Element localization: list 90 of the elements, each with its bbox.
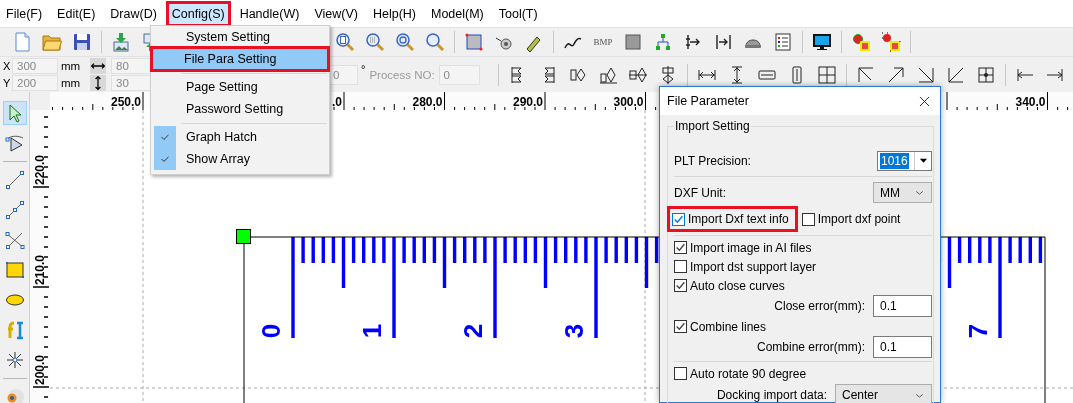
ruler-label: 280.0 xyxy=(412,95,443,109)
menu-item-label: System Setting xyxy=(185,30,271,44)
star-icon xyxy=(4,350,25,370)
field-label: Combine error(mm): xyxy=(757,340,865,354)
checkbox[interactable]: Import image in AI files xyxy=(674,239,812,256)
ruler-number: 2 xyxy=(458,323,488,339)
ruler-label: 340.0 xyxy=(1015,95,1046,109)
degree-label: ° xyxy=(361,63,366,75)
field-label: Docking import data: xyxy=(716,388,827,402)
grid-icon[interactable] xyxy=(816,64,837,85)
menu-item-label: Show Array xyxy=(185,152,250,166)
bmp-button[interactable]: BMP xyxy=(588,32,618,52)
menu-title[interactable]: View(V) xyxy=(308,1,364,27)
checkbox[interactable]: Auto close curves xyxy=(674,277,785,294)
square-icon[interactable] xyxy=(623,32,643,52)
menu-item-label: File Para Setting xyxy=(183,52,277,66)
magnifier-page-icon[interactable] xyxy=(335,32,355,52)
check-icon xyxy=(675,280,686,291)
line-icon xyxy=(4,170,25,190)
checkbox[interactable]: Import dxf point xyxy=(801,211,901,227)
menu-item[interactable]: Show Array xyxy=(152,148,328,170)
magnifier-grid-icon[interactable] xyxy=(365,32,385,52)
close-icon[interactable] xyxy=(918,94,931,108)
combo-box[interactable]: 1016 xyxy=(877,150,932,171)
ruler-number: 7 xyxy=(963,323,993,339)
magnifier-icon[interactable] xyxy=(425,32,445,52)
menu-item[interactable]: Graph Hatch xyxy=(152,126,328,148)
axis-label: Y xyxy=(3,77,12,89)
menu-title[interactable]: Help(H) xyxy=(366,1,422,27)
menu-title[interactable]: Tool(T) xyxy=(492,1,544,27)
folder-icon[interactable] xyxy=(42,32,62,52)
menu-item[interactable]: File Para Setting xyxy=(150,46,330,72)
square-frame-icon[interactable] xyxy=(464,32,484,52)
check-icon xyxy=(675,321,686,332)
triangle-down-icon xyxy=(918,156,928,165)
magnifier-circle-icon[interactable] xyxy=(395,32,415,52)
field-label: PLT Precision: xyxy=(674,153,751,168)
dialog-title: File Parameter xyxy=(667,94,749,108)
checkbox[interactable]: Combine lines xyxy=(674,318,767,335)
checkbox[interactable]: Auto rotate 90 degree xyxy=(674,365,807,382)
check-icon xyxy=(673,213,684,225)
ruler-label: 300.0 xyxy=(613,95,644,109)
node-edit-icon xyxy=(4,133,25,153)
menu-item-label: Graph Hatch xyxy=(185,130,257,144)
ruler-label: 210.0 xyxy=(33,254,47,285)
image-import-icon[interactable] xyxy=(111,32,131,52)
menu-item[interactable]: System Setting xyxy=(152,26,328,48)
menu-title[interactable]: Handle(W) xyxy=(233,1,306,27)
unit-label: mm xyxy=(61,60,82,72)
menu-item-label: Page Setting xyxy=(185,80,258,94)
unit-label: mm xyxy=(61,77,82,89)
checkbox[interactable]: Import dst support layer xyxy=(674,258,817,275)
process-label: Process NO: xyxy=(369,68,435,81)
menu-title[interactable]: Draw(D) xyxy=(104,1,163,27)
node-tree-icon[interactable] xyxy=(653,32,673,52)
checkbox[interactable]: Import Dxf text info xyxy=(667,206,798,232)
bar-arrow-icon[interactable] xyxy=(713,32,733,52)
dropdown[interactable]: MM xyxy=(873,182,932,203)
ruler-label: 200.0 xyxy=(33,354,47,385)
group-label: Import Setting xyxy=(674,120,751,132)
axis-label: X xyxy=(3,60,12,72)
check-icon xyxy=(675,242,686,253)
input-field[interactable]: 0.1 xyxy=(873,295,932,317)
polyline-icon xyxy=(4,200,25,220)
ruler-number: 0 xyxy=(256,323,286,339)
circle-square-icon[interactable] xyxy=(881,32,901,52)
ruler-label: 220.0 xyxy=(33,154,47,185)
ruler-label: 290.0 xyxy=(512,95,543,109)
menu-title[interactable]: Config(S) xyxy=(165,1,231,27)
checklist-icon[interactable] xyxy=(773,32,793,52)
menu-title[interactable]: Edit(E) xyxy=(51,1,102,27)
circle-square-icon[interactable] xyxy=(851,32,871,52)
ruler-number: 3 xyxy=(559,323,589,339)
menu-item-label: Password Setting xyxy=(185,102,284,116)
rectangle-icon xyxy=(4,260,25,280)
dropdown[interactable]: Center xyxy=(835,384,932,403)
input-field[interactable]: 0.1 xyxy=(873,336,932,358)
menu-title[interactable]: Model(M) xyxy=(425,1,490,27)
ruler-label: .0 xyxy=(332,95,342,109)
menu-title[interactable]: File(F) xyxy=(0,1,49,27)
monitor-icon[interactable] xyxy=(812,32,832,52)
corner-arrow-icon[interactable] xyxy=(855,64,876,85)
ruler-label: 250.0 xyxy=(110,95,141,109)
ruler-number: 1 xyxy=(357,323,387,339)
selection-handle[interactable] xyxy=(236,229,251,244)
cross-lines-icon xyxy=(4,230,25,250)
field-label: Close error(mm): xyxy=(774,299,865,313)
menu-item[interactable]: Password Setting xyxy=(152,98,328,120)
grid-icon[interactable] xyxy=(975,64,996,85)
field-label: DXF Unit: xyxy=(674,185,726,200)
